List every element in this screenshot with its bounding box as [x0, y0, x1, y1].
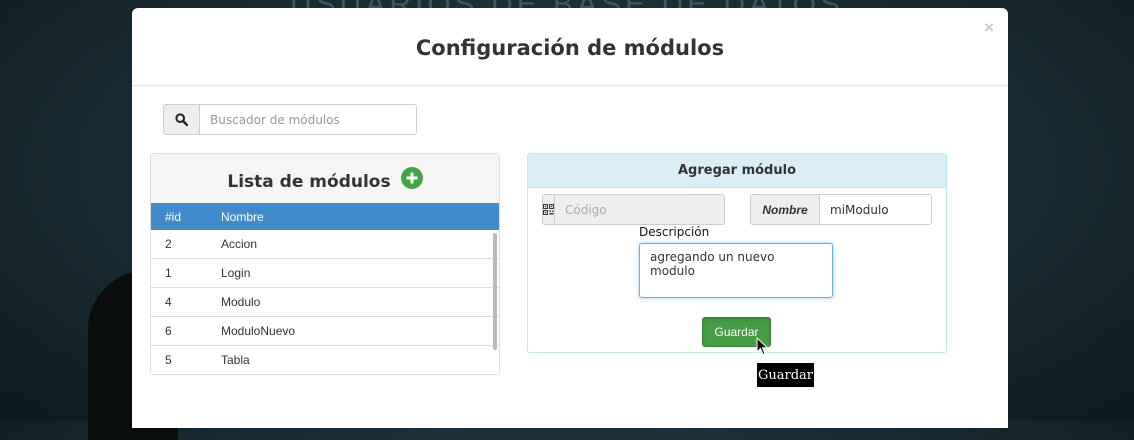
table-row[interactable]: 5 Tabla — [151, 346, 499, 374]
row-id: 2 — [165, 237, 172, 251]
modal-title: Configuración de módulos — [415, 36, 725, 60]
modal-header: Configuración de módulos — [132, 8, 1008, 86]
name-field-group: Nombre — [750, 194, 932, 225]
module-table-body: 2 Accion 1 Login 4 Modulo 6 ModuloNuevo … — [151, 230, 499, 374]
module-list-title: Lista de módulos — [227, 171, 391, 192]
save-tooltip: Guardar — [757, 363, 814, 387]
description-label: Descripción — [639, 225, 710, 239]
row-id: 5 — [165, 353, 172, 367]
row-name: Modulo — [221, 295, 261, 309]
row-id: 1 — [165, 266, 172, 280]
module-list-heading: Lista de módulos — [151, 154, 499, 203]
column-header-id: #id — [165, 209, 182, 224]
row-name: Tabla — [221, 353, 250, 367]
name-label: Nombre — [751, 195, 820, 224]
name-input[interactable] — [820, 195, 931, 224]
description-textarea[interactable]: agregando un nuevo modulo — [639, 243, 833, 298]
close-icon[interactable]: × — [984, 18, 994, 38]
row-id: 6 — [165, 324, 172, 338]
row-name: Accion — [221, 237, 258, 251]
module-table-header: #id Nombre — [151, 203, 499, 230]
modulos-modal: × Configuración de módulos Lista de módu… — [132, 8, 1008, 428]
module-list-panel: Lista de módulos #id Nombre 2 Accion 1 L… — [150, 153, 500, 375]
list-scrollbar[interactable] — [493, 233, 497, 350]
add-module-title: Agregar módulo — [528, 154, 946, 188]
row-name: Login — [221, 266, 251, 280]
search-group — [163, 104, 417, 135]
add-module-panel: Agregar módulo Nombre — [527, 153, 947, 353]
search-input[interactable] — [200, 105, 416, 134]
row-id: 4 — [165, 295, 172, 309]
table-row[interactable]: 4 Modulo — [151, 288, 499, 317]
row-name: ModuloNuevo — [221, 324, 296, 338]
table-row[interactable]: 6 ModuloNuevo — [151, 317, 499, 346]
search-icon — [164, 105, 200, 134]
table-row[interactable]: 1 Login — [151, 259, 499, 288]
plus-circle-icon[interactable] — [400, 166, 423, 189]
mouse-pointer-icon — [756, 337, 769, 356]
table-row[interactable]: 2 Accion — [151, 230, 499, 259]
column-header-name: Nombre — [221, 209, 264, 224]
qrcode-icon — [543, 195, 555, 224]
code-input[interactable] — [555, 195, 724, 224]
code-field-group — [542, 194, 725, 225]
